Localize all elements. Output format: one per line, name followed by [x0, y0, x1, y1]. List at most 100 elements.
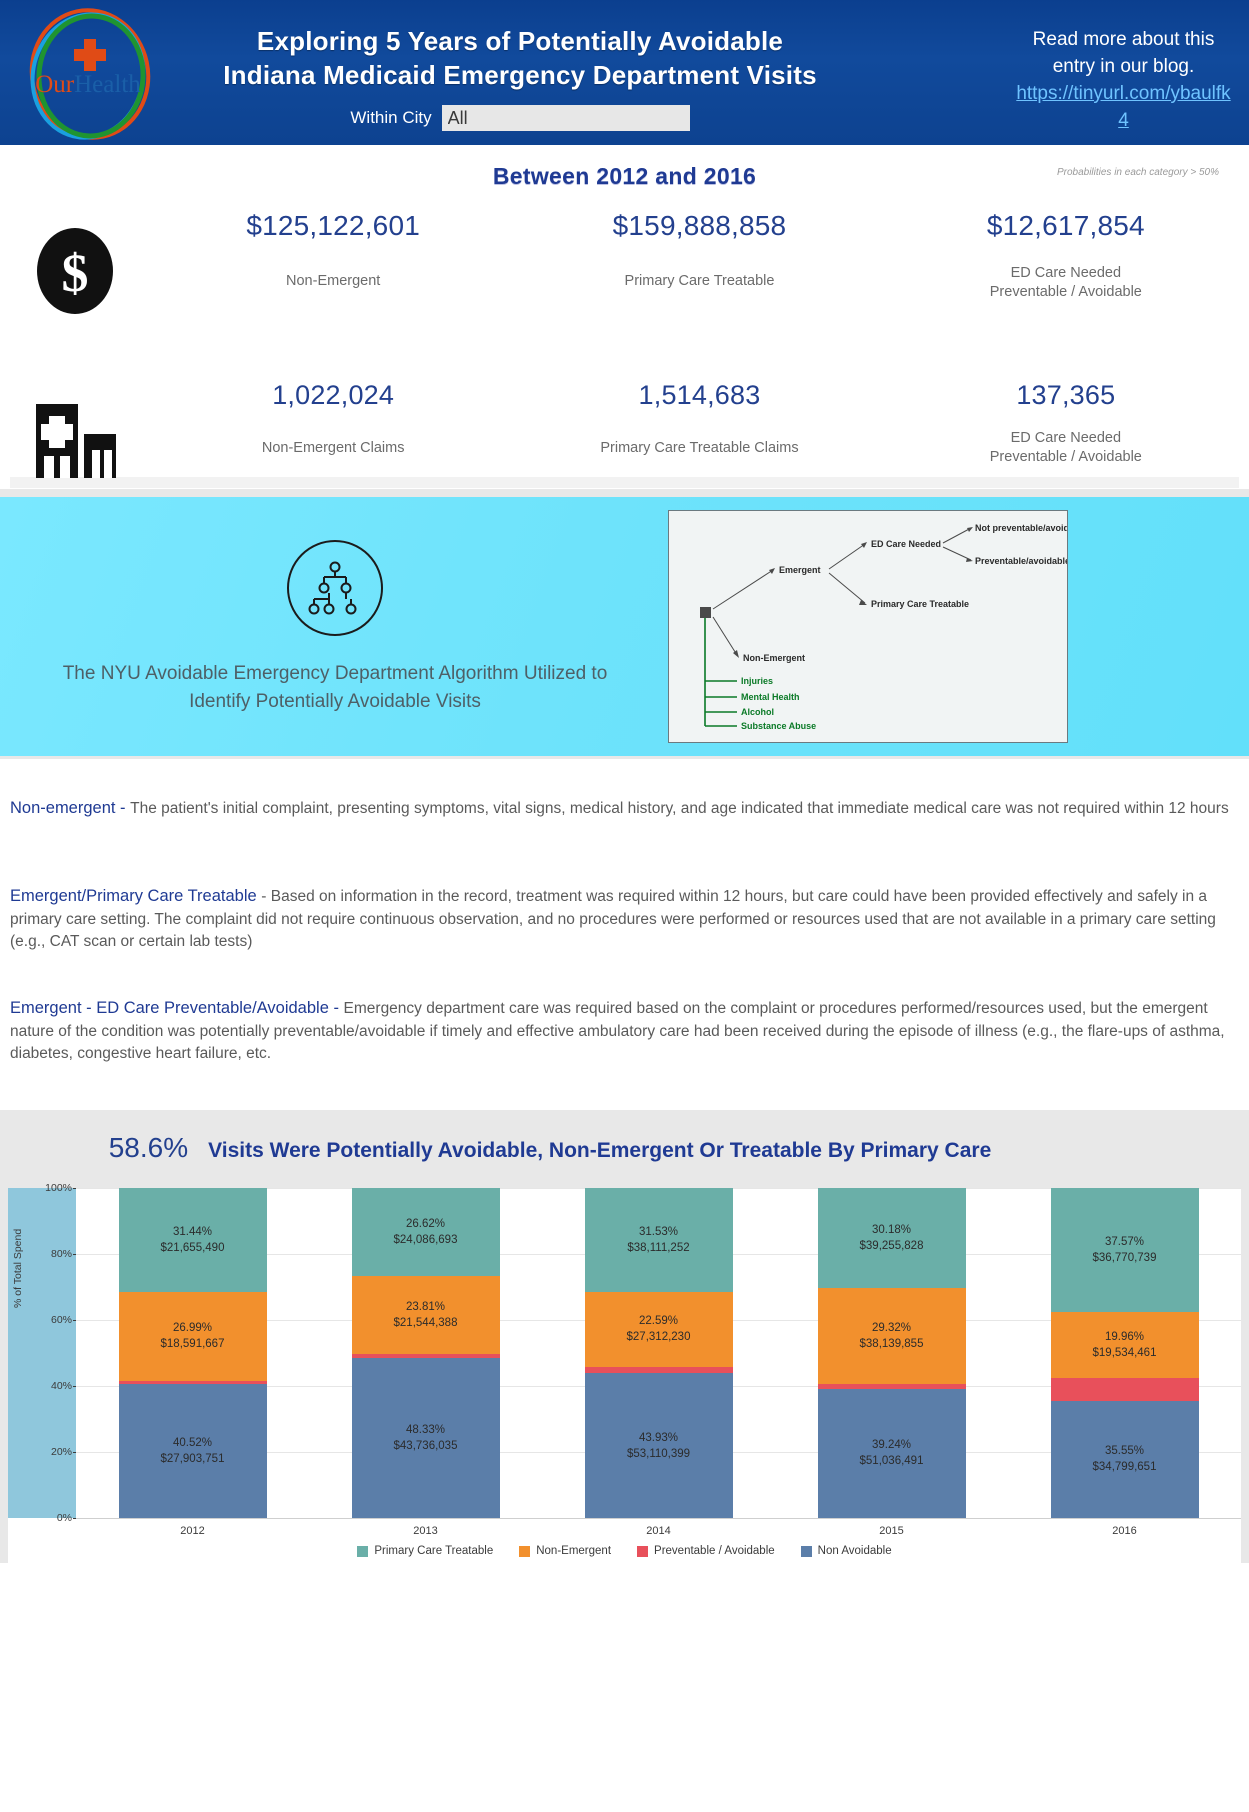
bar-column[interactable]: 26.62% $24,086,693 23.81% $21,544,388 48.33%…: [309, 1188, 542, 1518]
y-axis-tick: 80%: [50, 1248, 79, 1260]
dashboard-page: OurHealth Exploring 5 Years of Potential…: [0, 0, 1249, 1812]
definition-heading: Non-emergent -: [10, 799, 131, 817]
algorithm-panel: The NYU Avoidable Emergency Department A…: [0, 497, 1249, 756]
y-axis-tick: 60%: [50, 1314, 79, 1326]
legend-label: Primary Care Treatable: [374, 1545, 494, 1557]
bar-segment[interactable]: 29.32% $38,139,855: [817, 1287, 966, 1385]
hierarchy-tree-icon: [287, 539, 383, 636]
bar-segment-label: 22.59% $27,312,230: [626, 1315, 691, 1344]
legend-item[interactable]: Preventable / Avoidable: [637, 1545, 775, 1557]
bar-segment-label: 37.57% $36,770,739: [1092, 1235, 1157, 1264]
page-bottom-filler: [0, 1563, 1249, 1812]
blog-link[interactable]: https://tinyurl.com/ybaulfk4: [1016, 80, 1231, 134]
tree-node-non-emergent: Non-Emergent: [743, 653, 805, 663]
bar-segment-label: 31.53% $38,111,252: [627, 1226, 690, 1255]
bar-segment-label: 19.96% $19,534,461: [1092, 1330, 1157, 1359]
y-axis-tick: 20%: [50, 1446, 79, 1458]
tree-node-primary-care-treatable: Primary Care Treatable: [871, 599, 969, 609]
stacked-bar[interactable]: 30.18% $39,255,828 29.32% $38,139,855 39.24%…: [817, 1188, 966, 1518]
bar-column[interactable]: 31.44% $21,655,490 26.99% $18,591,667 40.52%…: [76, 1188, 309, 1518]
stacked-bar[interactable]: 31.53% $38,111,252 22.59% $27,312,230 43.93%…: [584, 1188, 733, 1518]
bar-column[interactable]: 31.53% $38,111,252 22.59% $27,312,230 43.93%…: [542, 1188, 775, 1518]
legend-item[interactable]: Non-Emergent: [519, 1545, 611, 1557]
kpi-value: 1,514,683: [638, 380, 761, 410]
bar-segment[interactable]: 43.93% $53,110,399: [584, 1373, 733, 1518]
kpi-card-nonemergent-spend: $125,122,601 Non-Emergent: [150, 210, 516, 365]
bar-segment[interactable]: 26.62% $24,086,693: [351, 1188, 500, 1276]
bar-segment-label: 48.33% $43,736,035: [393, 1424, 458, 1453]
city-filter: Within City: [175, 105, 865, 131]
bar-segment[interactable]: 39.24% $51,036,491: [817, 1388, 966, 1518]
blog-text: Read more about this entry in our blog.: [1032, 29, 1215, 77]
legend-label: Preventable / Avoidable: [654, 1545, 775, 1557]
kpi-card-edcare-claims: 137,365 ED Care Needed Preventable / Avo…: [883, 380, 1249, 490]
dashboard-header: OurHealth Exploring 5 Years of Potential…: [0, 0, 1249, 145]
tree-node-not-preventable: Not preventable/avoidable: [975, 523, 1067, 533]
bar-segment[interactable]: 31.53% $38,111,252: [584, 1188, 733, 1293]
bar-segment[interactable]: 40.52% $27,903,751: [118, 1384, 267, 1518]
svg-text:OurHealth: OurHealth: [35, 71, 141, 98]
legend-item[interactable]: Non Avoidable: [800, 1545, 892, 1557]
legend-item[interactable]: Primary Care Treatable: [357, 1545, 493, 1557]
bar-segment[interactable]: 48.33% $43,736,035: [351, 1358, 500, 1518]
kpi-card-primarycare-spend: $159,888,858 Primary Care Treatable: [516, 210, 882, 365]
bar-segment[interactable]: 30.18% $39,255,828: [817, 1188, 966, 1288]
bar-segment[interactable]: 26.99% $18,591,667: [118, 1291, 267, 1381]
bar-segment[interactable]: 22.59% $27,312,230: [584, 1292, 733, 1367]
kpi-value: 137,365: [1016, 380, 1116, 410]
bar-segment[interactable]: 35.55% $34,799,651: [1050, 1400, 1199, 1518]
stacked-bar[interactable]: 31.44% $21,655,490 26.99% $18,591,667 40.52%…: [118, 1188, 267, 1518]
bar-segment[interactable]: [1050, 1377, 1199, 1401]
legend-swatch: [519, 1545, 531, 1557]
bar-column[interactable]: 37.57% $36,770,739 19.96% $19,534,461 35.55%…: [1008, 1188, 1241, 1518]
nyu-algorithm-tree-diagram: Emergent ED Care Needed Not preventable/…: [668, 510, 1068, 743]
bar-segment[interactable]: 37.57% $36,770,739: [1050, 1188, 1199, 1312]
tree-node-emergent: Emergent: [779, 565, 821, 575]
dashboard-title: Exploring 5 Years of Potentially Avoidab…: [175, 24, 865, 92]
x-axis-tick: 2016: [1112, 1525, 1137, 1537]
legend-label: Non Avoidable: [817, 1545, 892, 1557]
bar-segment-label: 29.32% $38,139,855: [859, 1321, 924, 1350]
kpi-label: Primary Care Treatable: [624, 273, 775, 289]
x-axis-tick: 2013: [413, 1525, 438, 1537]
chart-legend: Primary Care Treatable Non-Emergent Preven…: [8, 1540, 1241, 1562]
kpi-card-nonemergent-claims: 1,022,024 Non-Emergent Claims: [150, 380, 516, 490]
kpi-label: ED Care Needed Preventable / Avoidable: [989, 265, 1142, 300]
dollar-icon: $: [0, 210, 150, 365]
city-filter-input[interactable]: [441, 105, 690, 131]
algorithm-text: The NYU Avoidable Emergency Department A…: [62, 662, 608, 712]
bar-segment-label: 26.62% $24,086,693: [393, 1217, 458, 1246]
legend-swatch: [357, 1545, 369, 1557]
kpi-value: $12,617,854: [986, 210, 1145, 241]
kpi-label: ED Care Needed Preventable / Avoidable: [989, 430, 1142, 465]
legend-swatch: [637, 1545, 649, 1557]
bar-segment-label: 39.24% $51,036,491: [859, 1439, 924, 1468]
bar-segment-label: 26.99% $18,591,667: [160, 1322, 225, 1351]
bar-segment-label: 30.18% $39,255,828: [859, 1223, 924, 1252]
y-axis-tick: 40%: [50, 1380, 79, 1392]
probability-note: Probabilities in each category > 50%: [1056, 167, 1219, 178]
definition-heading: Emergent/Primary Care Treatable: [10, 887, 262, 905]
kpi-card-primarycare-claims: 1,514,683 Primary Care Treatable Claims: [516, 380, 882, 490]
x-axis-tick: 2014: [646, 1525, 671, 1537]
kpi-label: Non-Emergent: [286, 273, 381, 289]
stacked-bar[interactable]: 37.57% $36,770,739 19.96% $19,534,461 35.55%…: [1050, 1188, 1199, 1518]
legend-swatch: [800, 1545, 812, 1557]
bar-segment-label: 35.55% $34,799,651: [1092, 1445, 1157, 1474]
legend-label: Non-Emergent: [536, 1545, 612, 1557]
kpi-value: $159,888,858: [612, 210, 787, 241]
kpi-value: $125,122,601: [246, 210, 420, 241]
svg-text:$: $: [62, 243, 89, 303]
x-axis-labels: 2012 2013 2014 2015 2016: [76, 1518, 1241, 1542]
chart-plot-area: 31.44% $21,655,490 26.99% $18,591,667 40.52%…: [76, 1188, 1241, 1519]
bar-segment[interactable]: 19.96% $19,534,461: [1050, 1311, 1199, 1378]
bar-segment[interactable]: 23.81% $21,544,388: [351, 1275, 500, 1355]
tree-node-mental-health: Mental Health: [741, 692, 800, 702]
bar-column[interactable]: 30.18% $39,255,828 29.32% $38,139,855 39.24%…: [775, 1188, 1008, 1518]
title-line-2: Indiana Medicaid Emergency Department Vi…: [223, 60, 817, 90]
chart-headline-bar: 58.6% Visits Were Potentially Avoidable,…: [0, 1110, 1249, 1186]
tree-node-substance-abuse: Substance Abuse: [741, 721, 816, 731]
bar-segment[interactable]: 31.44% $21,655,490: [118, 1188, 267, 1292]
stacked-bar[interactable]: 26.62% $24,086,693 23.81% $21,544,388 48.33%…: [351, 1188, 500, 1518]
kpi-label: Primary Care Treatable Claims: [600, 440, 799, 456]
